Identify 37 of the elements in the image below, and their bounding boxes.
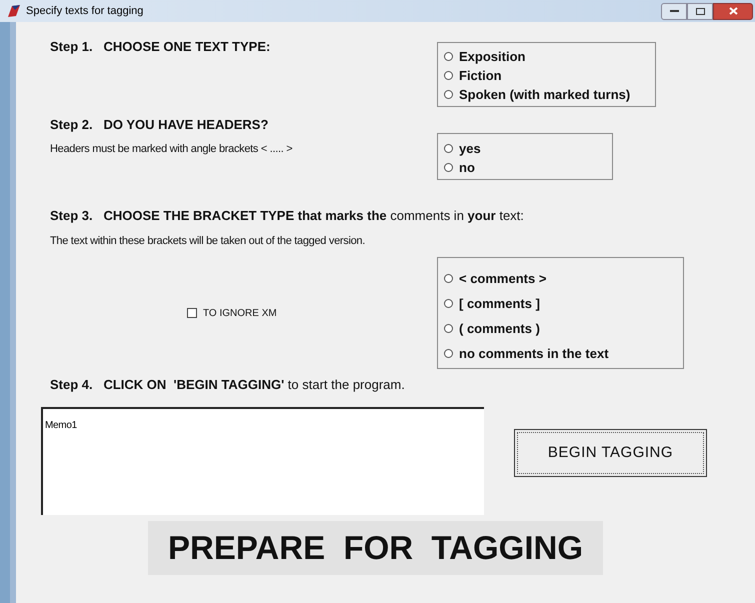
close-button[interactable] bbox=[713, 2, 753, 20]
checkbox-label: TO IGNORE XM bbox=[203, 306, 277, 320]
minimize-button[interactable] bbox=[661, 2, 687, 20]
banner-label: PREPARE FOR TAGGING bbox=[148, 521, 603, 574]
maximize-button[interactable] bbox=[687, 2, 713, 20]
radio-button[interactable] bbox=[444, 274, 453, 283]
option-label: Exposition bbox=[459, 48, 526, 66]
step-note: The text within these brackets will be taken out of the tagged version. bbox=[50, 234, 366, 248]
begin-tagging-button[interactable]: BEGIN TAGGING bbox=[514, 429, 707, 477]
maximize-icon bbox=[696, 8, 704, 14]
app-icon bbox=[6, 4, 22, 18]
radio-button[interactable] bbox=[444, 324, 453, 333]
option-label: no bbox=[459, 158, 475, 177]
step-note: Headers must be marked with angle brackets < ..... > bbox=[50, 142, 294, 156]
option-label: no comments in the text bbox=[459, 344, 609, 363]
step-heading: Step 2. DO YOU HAVE HEADERS? bbox=[50, 116, 270, 134]
checkbox[interactable] bbox=[187, 308, 197, 318]
radio-button[interactable] bbox=[444, 144, 453, 153]
minimize-icon bbox=[670, 10, 678, 12]
radio-button[interactable] bbox=[444, 163, 453, 172]
radio-button[interactable] bbox=[444, 71, 453, 80]
option-label: [ comments ] bbox=[459, 294, 540, 313]
step-heading: Step 4. CLICK ON 'BEGIN TAGGING' to start the program. bbox=[50, 377, 405, 392]
step-heading: Step 1. CHOOSE ONE TEXT TYPE: bbox=[50, 39, 270, 54]
radio-button[interactable] bbox=[444, 349, 453, 358]
option-label: < comments > bbox=[459, 270, 546, 288]
radio-button[interactable] bbox=[444, 299, 453, 308]
memo-field[interactable]: Memo1 bbox=[41, 407, 484, 515]
step-heading: Step 3. CHOOSE THE BRACKET TYPE that marks the comments in your text: bbox=[50, 207, 525, 225]
window-title: Specify texts for tagging bbox=[26, 4, 144, 19]
option-label: Spoken (with marked turns) bbox=[459, 86, 630, 104]
option-label: Fiction bbox=[459, 66, 502, 85]
radio-button[interactable] bbox=[444, 52, 453, 61]
option-label: yes bbox=[459, 140, 481, 158]
close-icon bbox=[728, 7, 738, 15]
radio-button[interactable] bbox=[444, 90, 453, 99]
option-label: ( comments ) bbox=[459, 320, 540, 338]
